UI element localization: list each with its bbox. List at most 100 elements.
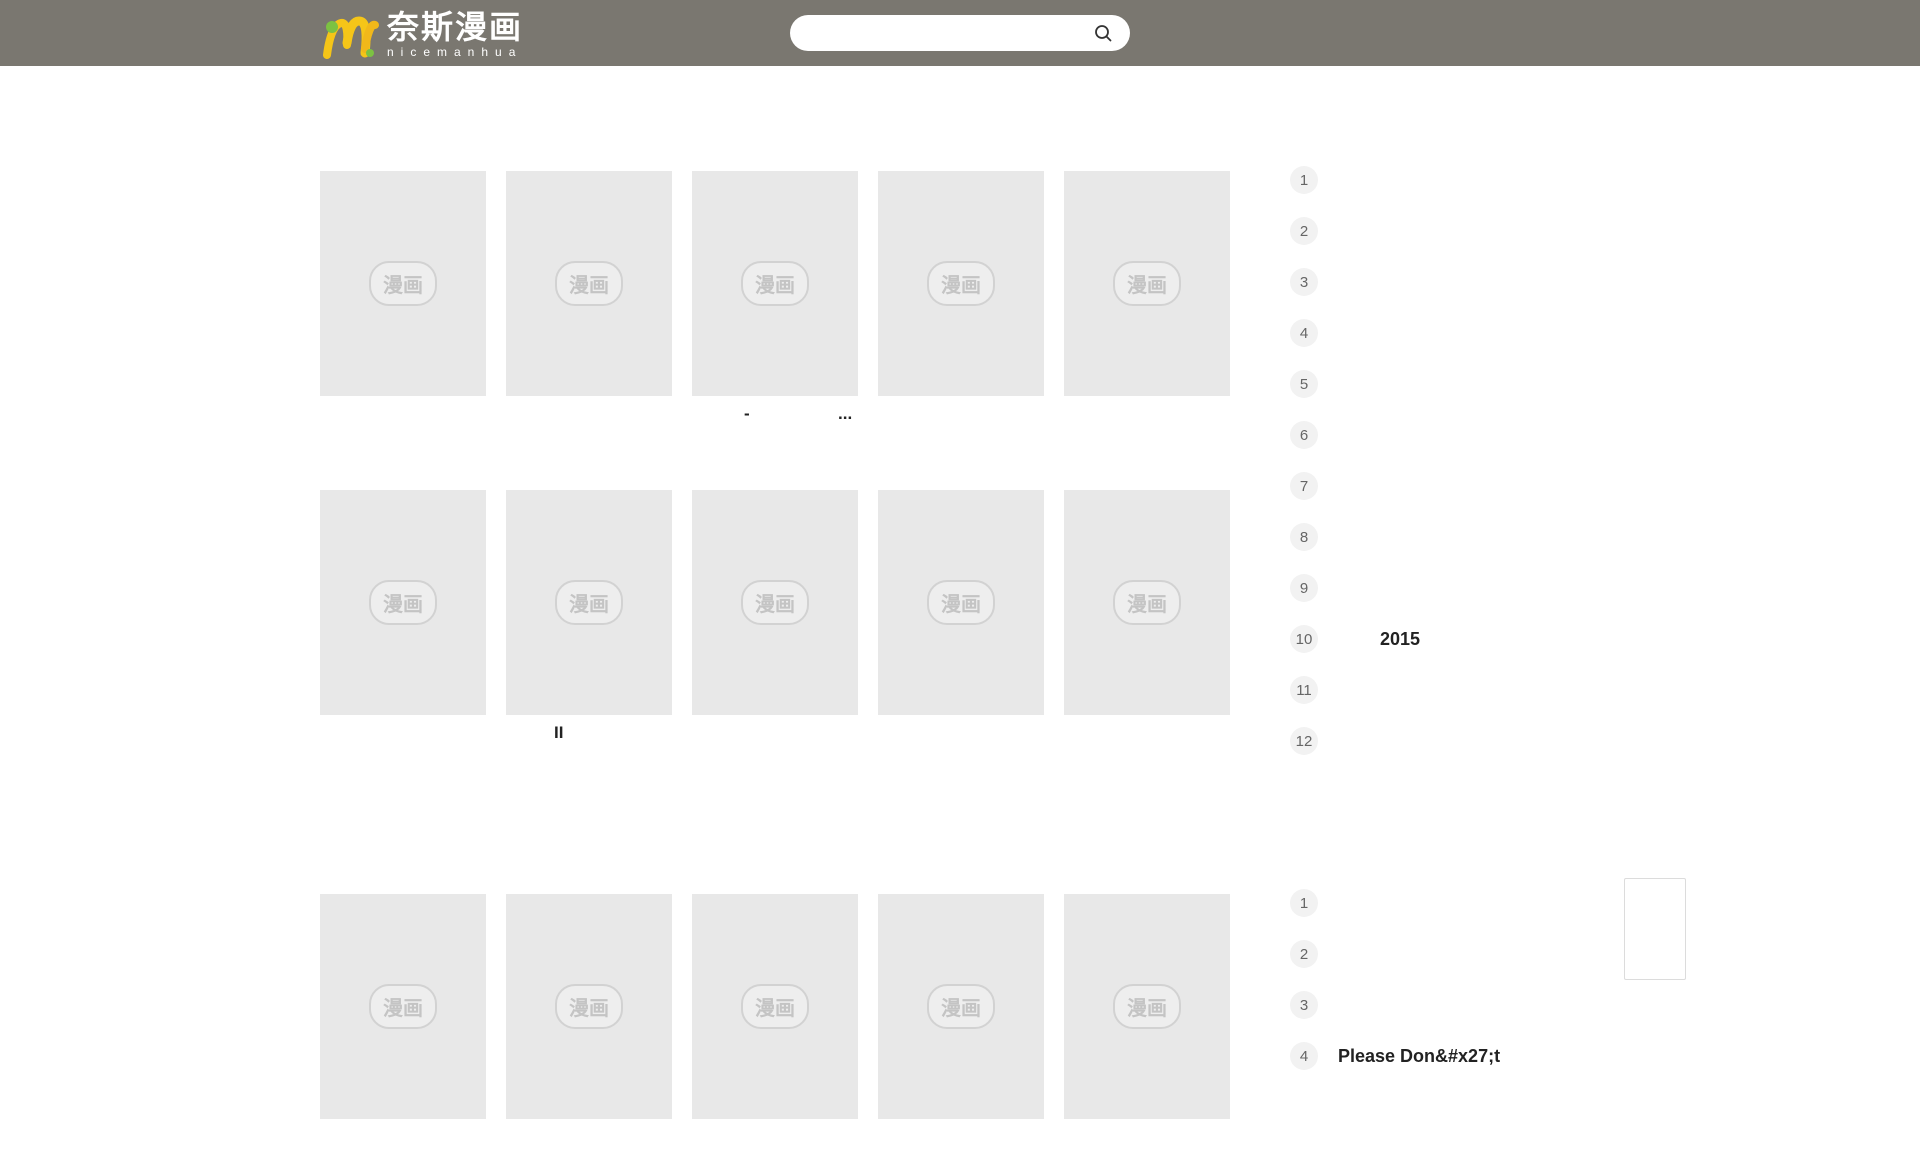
comic-title[interactable]	[1064, 404, 1230, 428]
rank-number: 9	[1290, 574, 1318, 602]
ranking-item[interactable]: 12	[1290, 727, 1336, 755]
comic-card[interactable]: 漫画	[692, 894, 858, 1119]
placeholder-logo-icon: 漫画	[555, 984, 623, 1029]
comic-title[interactable]	[878, 723, 1044, 747]
cover-placeholder[interactable]: 漫画	[1064, 171, 1230, 396]
ranking-item[interactable]: 6	[1290, 421, 1336, 449]
comic-title[interactable]	[506, 404, 672, 428]
comic-title[interactable]	[692, 723, 858, 747]
comic-title[interactable]	[1064, 723, 1230, 747]
comic-card[interactable]: 漫画	[1064, 171, 1230, 396]
placeholder-logo-icon: 漫画	[927, 261, 995, 306]
cover-placeholder[interactable]: 漫画	[878, 894, 1044, 1119]
cover-placeholder[interactable]: 漫画	[692, 171, 858, 396]
cover-placeholder[interactable]: 漫画	[320, 171, 486, 396]
comic-title[interactable]	[320, 723, 486, 747]
comic-card[interactable]: 漫画	[1064, 894, 1230, 1119]
placeholder-logo-icon: 漫画	[927, 984, 995, 1029]
ranking-item[interactable]: 8	[1290, 523, 1336, 551]
comic-card[interactable]: 漫画 - ...	[692, 171, 858, 423]
ranking-item[interactable]: 1	[1290, 889, 1336, 917]
cover-placeholder[interactable]: 漫画	[878, 490, 1044, 715]
comic-title[interactable]: II	[506, 723, 672, 747]
ranking-item[interactable]: 10 2015	[1290, 625, 1420, 653]
placeholder-logo-icon: 漫画	[1113, 261, 1181, 306]
comic-title[interactable]	[878, 404, 1044, 428]
comic-title[interactable]	[320, 1127, 486, 1151]
rank-number: 2	[1290, 217, 1318, 245]
rank-number: 8	[1290, 523, 1318, 551]
comic-card[interactable]: 漫画	[320, 171, 486, 396]
ranking-item[interactable]: 5	[1290, 370, 1336, 398]
title-fragment[interactable]: II	[554, 723, 563, 743]
rank-number: 6	[1290, 421, 1318, 449]
comic-card[interactable]: 漫画	[506, 894, 672, 1119]
cover-placeholder[interactable]: 漫画	[506, 490, 672, 715]
search-input[interactable]	[806, 15, 1096, 51]
placeholder-logo-icon: 漫画	[555, 580, 623, 625]
ranking-item[interactable]: 7	[1290, 472, 1336, 500]
cover-placeholder[interactable]: 漫画	[320, 490, 486, 715]
ranking-item[interactable]: 3	[1290, 268, 1336, 296]
cover-placeholder[interactable]: 漫画	[1064, 894, 1230, 1119]
cover-placeholder[interactable]: 漫画	[1064, 490, 1230, 715]
rank-number: 4	[1290, 1042, 1318, 1070]
comic-title[interactable]	[1064, 1127, 1230, 1151]
comic-card[interactable]: 漫画	[320, 894, 486, 1119]
comic-title[interactable]	[878, 1127, 1044, 1151]
cover-placeholder[interactable]: 漫画	[506, 894, 672, 1119]
comic-card[interactable]: 漫画	[320, 490, 486, 715]
cover-placeholder[interactable]: 漫画	[320, 894, 486, 1119]
title-fragment[interactable]: -	[744, 404, 750, 424]
rank-number: 1	[1290, 166, 1318, 194]
placeholder-logo-icon: 漫画	[741, 580, 809, 625]
comic-card[interactable]: 漫画	[878, 894, 1044, 1119]
ranking-item[interactable]: 9	[1290, 574, 1336, 602]
comic-card[interactable]: 漫画	[878, 171, 1044, 396]
placeholder-logo-icon: 漫画	[741, 984, 809, 1029]
placeholder-logo-icon: 漫画	[927, 580, 995, 625]
cover-placeholder[interactable]: 漫画	[692, 894, 858, 1119]
rank-number: 7	[1290, 472, 1318, 500]
cover-placeholder[interactable]: 漫画	[692, 490, 858, 715]
ranking-item[interactable]: 3	[1290, 991, 1336, 1019]
comic-title[interactable]	[506, 1127, 672, 1151]
search-box	[790, 15, 1130, 51]
rank-title[interactable]: Please Don&#x27;t	[1338, 1046, 1500, 1067]
ranking-item[interactable]: 2	[1290, 217, 1336, 245]
ranking-item[interactable]: 11	[1290, 676, 1336, 704]
ranking-item[interactable]: 4	[1290, 319, 1336, 347]
rank-number: 5	[1290, 370, 1318, 398]
rank-number: 3	[1290, 268, 1318, 296]
rank-title[interactable]: 2015	[1380, 629, 1420, 650]
comic-title[interactable]	[320, 404, 486, 428]
cover-placeholder[interactable]: 漫画	[878, 171, 1044, 396]
ranking-item[interactable]: 4 Please Don&#x27;t	[1290, 1042, 1500, 1070]
rank-number: 12	[1290, 727, 1318, 755]
placeholder-logo-icon: 漫画	[369, 580, 437, 625]
search-icon[interactable]	[1094, 24, 1112, 42]
rank-number: 2	[1290, 940, 1318, 968]
logo-m-icon	[323, 9, 381, 59]
comic-card[interactable]: 漫画	[1064, 490, 1230, 715]
comic-card[interactable]: 漫画	[692, 490, 858, 715]
rank-number: 4	[1290, 319, 1318, 347]
comic-card[interactable]: 漫画 II	[506, 490, 672, 742]
title-fragment[interactable]: ...	[838, 404, 852, 424]
ranking-item[interactable]: 1	[1290, 166, 1336, 194]
placeholder-logo-icon: 漫画	[741, 261, 809, 306]
ranking-item[interactable]: 2	[1290, 940, 1336, 968]
rank-number: 11	[1290, 676, 1318, 704]
top-navigation-bar: 奈斯漫画 nicemanhua	[0, 0, 1920, 66]
site-logo[interactable]: 奈斯漫画 nicemanhua	[323, 8, 533, 60]
rank-number: 10	[1290, 625, 1318, 653]
comic-card[interactable]: 漫画	[506, 171, 672, 396]
placeholder-logo-icon: 漫画	[369, 261, 437, 306]
comic-title[interactable]: - ...	[692, 404, 858, 428]
comic-title[interactable]	[692, 1127, 858, 1151]
placeholder-logo-icon: 漫画	[555, 261, 623, 306]
rank-number: 3	[1290, 991, 1318, 1019]
cover-placeholder[interactable]: 漫画	[506, 171, 672, 396]
comic-card[interactable]: 漫画	[878, 490, 1044, 715]
floating-side-panel[interactable]	[1624, 878, 1686, 980]
